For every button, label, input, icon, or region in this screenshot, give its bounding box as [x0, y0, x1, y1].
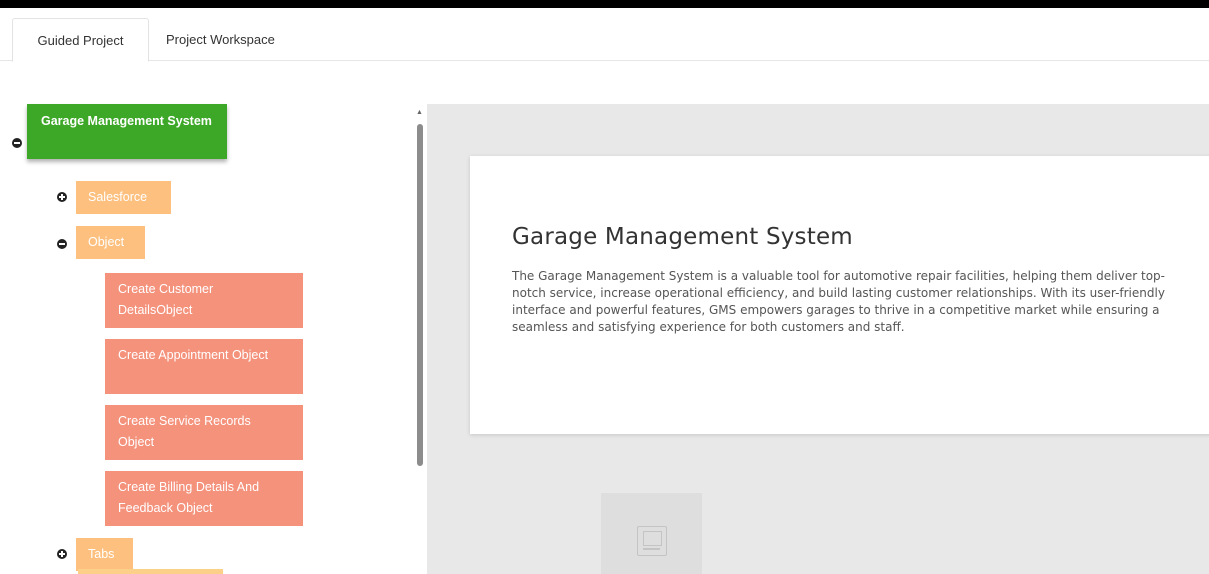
tree-node-salesforce[interactable]: Salesforce — [76, 181, 171, 214]
document-tile[interactable] — [601, 493, 702, 574]
tree-node-object[interactable]: Object — [76, 226, 145, 259]
project-tree: Garage Management System Salesforce Obje… — [0, 61, 410, 574]
expand-icon[interactable] — [57, 549, 67, 559]
page: Guided Project Project Workspace Garage … — [0, 8, 1209, 574]
tree-node-root[interactable]: Garage Management System — [27, 104, 227, 159]
collapse-icon[interactable] — [12, 138, 22, 148]
scroll-up-arrow-icon[interactable]: ▲ — [416, 109, 423, 117]
tree-node-create-customer-details-object[interactable]: Create Customer DetailsObject — [105, 273, 303, 328]
scrollbar-thumb[interactable] — [417, 124, 423, 466]
card-description: The Garage Management System is a valuab… — [512, 269, 1165, 334]
content-pane: Garage Management System The Garage Mana… — [427, 104, 1209, 574]
tree-node-create-billing-details-feedback-object[interactable]: Create Billing Details And Feedback Obje… — [105, 471, 303, 526]
tree-node-partial[interactable] — [78, 569, 223, 574]
collapse-icon[interactable] — [57, 239, 67, 249]
tree-node-tabs[interactable]: Tabs — [76, 538, 133, 571]
document-icon — [637, 526, 667, 556]
expand-icon[interactable] — [57, 192, 67, 202]
tree-node-create-appointment-object[interactable]: Create Appointment Object — [105, 339, 303, 394]
description-card: Garage Management System The Garage Mana… — [470, 156, 1209, 434]
card-title: Garage Management System — [512, 224, 853, 250]
tree-node-create-service-records-object[interactable]: Create Service Records Object — [105, 405, 303, 460]
tab-guided-project[interactable]: Guided Project — [12, 18, 149, 62]
tab-project-workspace[interactable]: Project Workspace — [152, 18, 289, 62]
tab-bar: Guided Project Project Workspace — [0, 8, 1209, 62]
